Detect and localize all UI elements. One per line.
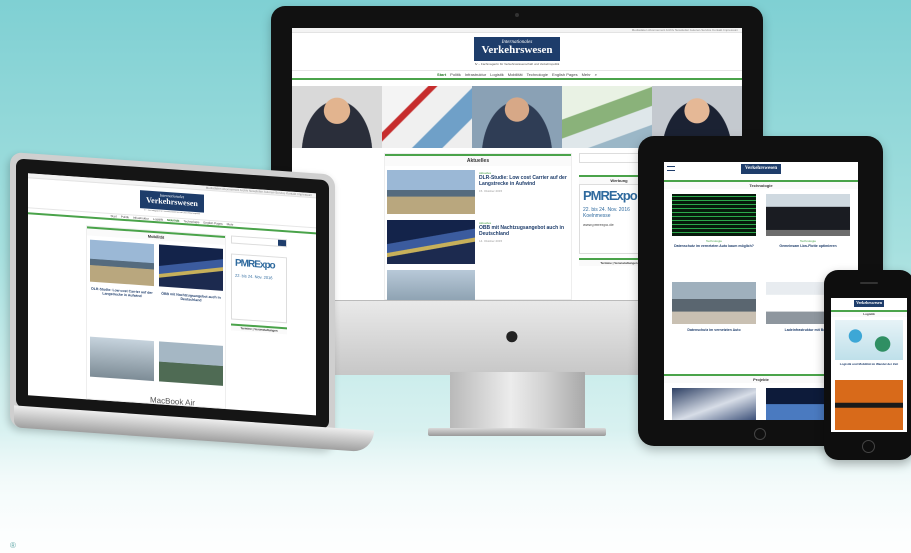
imac-camera bbox=[515, 13, 519, 17]
article-title[interactable]: Datenschutz im vernetzten Auto kaum mögl… bbox=[672, 244, 756, 248]
article-image-partial[interactable] bbox=[387, 270, 475, 300]
hero-magazine-2[interactable] bbox=[562, 86, 652, 148]
laptop-main: Mobilität DLR-Studie: Low cost Carrier a… bbox=[86, 225, 226, 410]
article-image-plane[interactable] bbox=[90, 239, 154, 287]
nav-start[interactable]: Start bbox=[437, 71, 446, 78]
article-title[interactable]: DLR-Studie: Low cost Carrier auf der Lan… bbox=[90, 287, 154, 300]
site-nav: Start Politik Infrastruktur Logistik Mob… bbox=[292, 70, 742, 80]
article-title[interactable]: DLR-Studie: Low cost Carrier auf der Lan… bbox=[479, 175, 569, 187]
nav-mehr[interactable]: Mehr bbox=[582, 71, 591, 78]
nav-logistik[interactable]: Logistik bbox=[153, 217, 163, 222]
section-aktuelles: Aktuelles bbox=[385, 154, 571, 166]
article-image-network[interactable] bbox=[835, 320, 903, 360]
article-image-office[interactable] bbox=[672, 282, 756, 324]
article-title[interactable]: ÖBB mit Nachtzugsangebot auch in Deutsch… bbox=[479, 225, 569, 237]
logo-line2: Verkehrswesen bbox=[856, 300, 882, 305]
article-tag: Technologie bbox=[705, 239, 722, 243]
section-logistik: Logistik bbox=[831, 310, 907, 317]
nav-politik[interactable]: Politik bbox=[121, 215, 129, 220]
logo-line2: Verkehrswesen bbox=[146, 195, 198, 209]
laptop-bezel: Mediadaten Abonnement Archiv Newsletter … bbox=[16, 158, 329, 430]
nav-start[interactable]: Start bbox=[111, 214, 117, 218]
registered-mark: ® bbox=[10, 541, 16, 550]
article-title[interactable]: Logistik und Mobilität im Wandel der Zei… bbox=[835, 363, 903, 367]
ipad-home-button[interactable] bbox=[754, 428, 766, 440]
article-date: 15. Oktober 2015 bbox=[479, 189, 503, 193]
nav-infrastruktur[interactable]: Infrastruktur bbox=[133, 216, 149, 221]
article-card[interactable]: Aktuelles DLR-Studie: Low cost Carrier a… bbox=[387, 170, 571, 216]
search-input[interactable] bbox=[231, 235, 287, 248]
nav-logistik[interactable]: Logistik bbox=[490, 71, 504, 78]
hero-portrait-2[interactable] bbox=[472, 86, 562, 148]
ad-dates: 22. bis 24. Nov. 2016 bbox=[235, 272, 273, 281]
site-logo[interactable]: Verkehrswesen bbox=[741, 164, 781, 174]
nav-mobilitaet[interactable]: Mobilität bbox=[167, 218, 179, 223]
site-subtitle: IV – Fachmagazin für Verkehrswissenschaf… bbox=[474, 62, 560, 66]
laptop-screen: Mediadaten Abonnement Archiv Newsletter … bbox=[28, 173, 316, 416]
article-image-4[interactable] bbox=[159, 341, 223, 386]
iphone-speaker bbox=[860, 282, 878, 284]
article-image-foil[interactable] bbox=[672, 388, 756, 420]
imac-stand bbox=[450, 372, 585, 434]
hero-portrait-1[interactable] bbox=[292, 86, 382, 148]
site-logo[interactable]: Internationales Verkehrswesen bbox=[474, 37, 560, 61]
logo-line2: Verkehrswesen bbox=[481, 44, 553, 56]
iphone-home-button[interactable] bbox=[862, 440, 875, 453]
article-title[interactable]: ÖBB mit Nachtzugsangebot auch in Deutsch… bbox=[159, 291, 223, 304]
iphone-screen: Verkehrswesen Logistik Logistik und Mobi… bbox=[831, 298, 907, 432]
nav-english[interactable]: English Pages bbox=[552, 71, 578, 78]
article-date: 14. Oktober 2015 bbox=[479, 239, 503, 243]
imac-foot bbox=[428, 428, 606, 436]
article-card[interactable]: Aktuelles ÖBB mit Nachtzugsangebot auch … bbox=[387, 220, 571, 266]
search-button[interactable] bbox=[278, 239, 286, 247]
article-image-train[interactable] bbox=[159, 244, 223, 291]
nav-infrastruktur[interactable]: Infrastruktur bbox=[465, 71, 486, 78]
menu-icon[interactable] bbox=[667, 166, 675, 171]
article-tag: Technologie bbox=[799, 239, 816, 243]
main-column: Aktuelles Aktuelles DLR-Studie: Low cost… bbox=[384, 153, 572, 300]
article-image-flammable[interactable] bbox=[835, 380, 903, 430]
iphone-frame: Verkehrswesen Logistik Logistik und Mobi… bbox=[824, 270, 911, 460]
article-title[interactable]: Datenschutz im vernetzten Auto bbox=[672, 328, 756, 332]
apple-logo-icon: ● bbox=[504, 320, 520, 350]
search-icon[interactable]: ⌕ bbox=[595, 71, 597, 78]
ad-brand: PMRExpo bbox=[235, 257, 275, 272]
nav-politik[interactable]: Politik bbox=[450, 71, 461, 78]
article-image-train[interactable] bbox=[387, 220, 475, 264]
nav-technologie[interactable]: Technologie bbox=[183, 219, 199, 224]
nav-mobilitaet[interactable]: Mobilität bbox=[508, 71, 523, 78]
hero-magazine-1[interactable] bbox=[382, 86, 472, 148]
site-logo[interactable]: Verkehrswesen bbox=[854, 300, 884, 307]
laptop-sidebar: PMRExpo 22. bis 24. Nov. 2016 Termine | … bbox=[231, 235, 287, 413]
section-technologie: Technologie bbox=[664, 180, 858, 189]
article-title[interactable]: Gemeinsam Lkw-Flotte optimieren bbox=[766, 244, 850, 248]
article-image-plane[interactable] bbox=[387, 170, 475, 214]
logo-line2: Verkehrswesen bbox=[744, 166, 778, 171]
article-image-code[interactable] bbox=[672, 194, 756, 236]
site-top-links[interactable]: Mediadaten Abonnement Archiv Newsletter … bbox=[292, 28, 742, 33]
nav-technologie[interactable]: Technologie bbox=[527, 71, 548, 78]
article-image-3[interactable] bbox=[90, 336, 154, 382]
sidebar-heading-termine: Termine | Veranstaltungen bbox=[231, 323, 287, 335]
nav-mehr[interactable]: Mehr bbox=[227, 222, 234, 226]
pmrexpo-ad[interactable]: PMRExpo 22. bis 24. Nov. 2016 bbox=[231, 253, 287, 324]
nav-english[interactable]: English Pages bbox=[203, 221, 222, 226]
reflection-floor bbox=[0, 430, 911, 553]
article-image-truck[interactable] bbox=[766, 194, 850, 236]
